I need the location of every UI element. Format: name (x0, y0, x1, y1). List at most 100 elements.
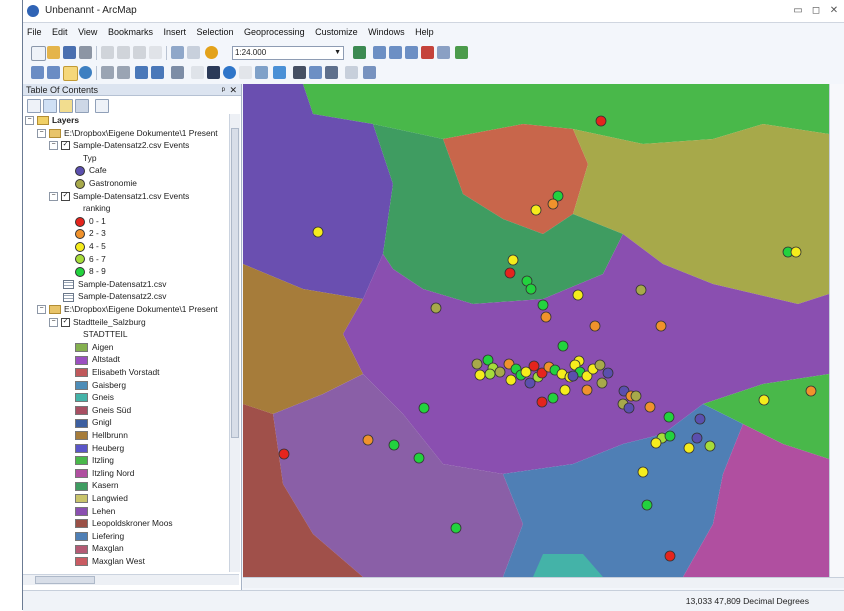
redo-icon[interactable] (187, 46, 200, 59)
expand-collapse-icon[interactable]: − (49, 191, 58, 201)
legend-fill-swatch[interactable] (75, 519, 88, 529)
toc-close-icon[interactable]: ✕ (229, 84, 237, 96)
toc-row[interactable]: Sample-Datensatz2.csv (63, 290, 166, 303)
event-point[interactable] (530, 204, 542, 216)
legend-fill-swatch[interactable] (75, 494, 88, 504)
toc-row[interactable]: Leopoldskroner Moos (75, 517, 173, 530)
event-point[interactable] (683, 442, 695, 454)
legend-fill-swatch[interactable] (75, 355, 88, 365)
menu-edit[interactable]: Edit (52, 27, 68, 37)
event-point[interactable] (524, 377, 536, 389)
event-point[interactable] (630, 390, 642, 402)
scroll-thumb[interactable] (231, 128, 239, 438)
event-point[interactable] (430, 302, 442, 314)
legend-point-symbol[interactable] (75, 266, 85, 277)
menu-help[interactable]: Help (415, 27, 434, 37)
menu-windows[interactable]: Windows (368, 27, 405, 37)
legend-point-symbol[interactable] (75, 216, 85, 227)
event-point[interactable] (694, 413, 706, 425)
toc-row[interactable]: Altstadt (75, 353, 120, 366)
expand-collapse-icon[interactable]: − (37, 305, 46, 315)
legend-fill-swatch[interactable] (75, 380, 88, 390)
zoom-in-icon[interactable] (31, 66, 44, 79)
event-point[interactable] (655, 320, 667, 332)
toc-row[interactable]: Gneis (75, 391, 114, 404)
new-document-icon[interactable] (31, 46, 46, 61)
legend-point-symbol[interactable] (75, 178, 85, 189)
legend-fill-swatch[interactable] (75, 532, 88, 542)
event-point[interactable] (595, 115, 607, 127)
event-point[interactable] (540, 311, 552, 323)
toc-row[interactable]: 4 - 5 (75, 240, 106, 253)
toc-row[interactable]: − ✓ Sample-Datensatz2.csv Events (49, 139, 189, 152)
event-point[interactable] (790, 246, 802, 258)
search-window-icon[interactable] (405, 46, 418, 59)
toc-row[interactable]: Gastronomie (75, 177, 137, 190)
print-icon[interactable] (79, 46, 92, 59)
event-point[interactable] (650, 437, 662, 449)
legend-fill-swatch[interactable] (75, 544, 88, 554)
legend-fill-swatch[interactable] (75, 506, 88, 516)
create-viewer-icon[interactable] (363, 66, 376, 79)
event-point[interactable] (581, 384, 593, 396)
undo-icon[interactable] (171, 46, 184, 59)
toc-row[interactable]: 2 - 3 (75, 227, 106, 240)
close-icon[interactable]: ✕ (825, 4, 843, 17)
full-extent-icon[interactable] (79, 66, 92, 79)
menu-geoprocessing[interactable]: Geoprocessing (244, 27, 305, 37)
select-features-icon[interactable] (171, 66, 184, 79)
python-window-icon[interactable] (437, 46, 450, 59)
event-point[interactable] (278, 448, 290, 460)
fixed-zoom-out-icon[interactable] (117, 66, 130, 79)
event-point[interactable] (635, 284, 647, 296)
toc-row[interactable]: Aigen (75, 341, 113, 354)
legend-fill-swatch[interactable] (75, 393, 88, 403)
toc-row[interactable]: − Layers (25, 114, 79, 127)
toc-row[interactable]: Gnigl (75, 416, 112, 429)
event-point[interactable] (596, 377, 608, 389)
menu-selection[interactable]: Selection (197, 27, 234, 37)
event-point[interactable] (450, 522, 462, 534)
back-extent-icon[interactable] (135, 66, 148, 79)
legend-fill-swatch[interactable] (75, 406, 88, 416)
event-point[interactable] (704, 440, 716, 452)
toc-row[interactable]: − E:\Dropbox\Eigene Dokumente\1 Present (37, 127, 218, 140)
minimize-icon[interactable]: ▭ (789, 4, 807, 17)
legend-point-symbol[interactable] (75, 241, 85, 252)
delete-icon[interactable] (149, 46, 162, 59)
toc-row[interactable]: Lehen (75, 505, 115, 518)
event-point[interactable] (637, 466, 649, 478)
event-point[interactable] (758, 394, 770, 406)
catalog-icon[interactable] (389, 46, 402, 59)
event-point[interactable] (567, 370, 579, 382)
legend-fill-swatch[interactable] (75, 481, 88, 491)
legend-fill-swatch[interactable] (75, 343, 88, 353)
layer-visibility-checkbox[interactable]: ✓ (61, 141, 70, 151)
legend-fill-swatch[interactable] (75, 456, 88, 466)
event-point[interactable] (547, 198, 559, 210)
event-point[interactable] (559, 384, 571, 396)
pin-icon[interactable]: ᵖ (222, 84, 225, 96)
find-route-icon[interactable] (309, 66, 322, 79)
add-data-icon[interactable] (205, 46, 218, 59)
legend-point-symbol[interactable] (75, 254, 85, 265)
event-point[interactable] (557, 340, 569, 352)
event-point[interactable] (507, 254, 519, 266)
menu-insert[interactable]: Insert (163, 27, 186, 37)
event-point[interactable] (691, 432, 703, 444)
event-point[interactable] (589, 320, 601, 332)
find-icon[interactable] (293, 66, 306, 79)
event-point[interactable] (663, 411, 675, 423)
hyperlink-icon[interactable] (239, 66, 252, 79)
map-scale-select[interactable]: 1:24.000 ▼ (232, 46, 344, 60)
layer-visibility-checkbox[interactable]: ✓ (61, 191, 70, 201)
toc-row[interactable]: − ✓ Stadtteile_Salzburg (49, 316, 146, 329)
toc-row[interactable]: − E:\Dropbox\Eigene Dokumente\1 Present (37, 303, 218, 316)
expand-collapse-icon[interactable]: − (25, 116, 34, 126)
toc-row[interactable]: − ✓ Sample-Datensatz1.csv Events (49, 190, 189, 203)
html-popup-icon[interactable] (255, 66, 268, 79)
map-canvas[interactable] (243, 84, 829, 577)
arctoolbox-icon[interactable] (421, 46, 434, 59)
event-point[interactable] (484, 368, 496, 380)
toc-row[interactable]: 6 - 7 (75, 253, 106, 266)
